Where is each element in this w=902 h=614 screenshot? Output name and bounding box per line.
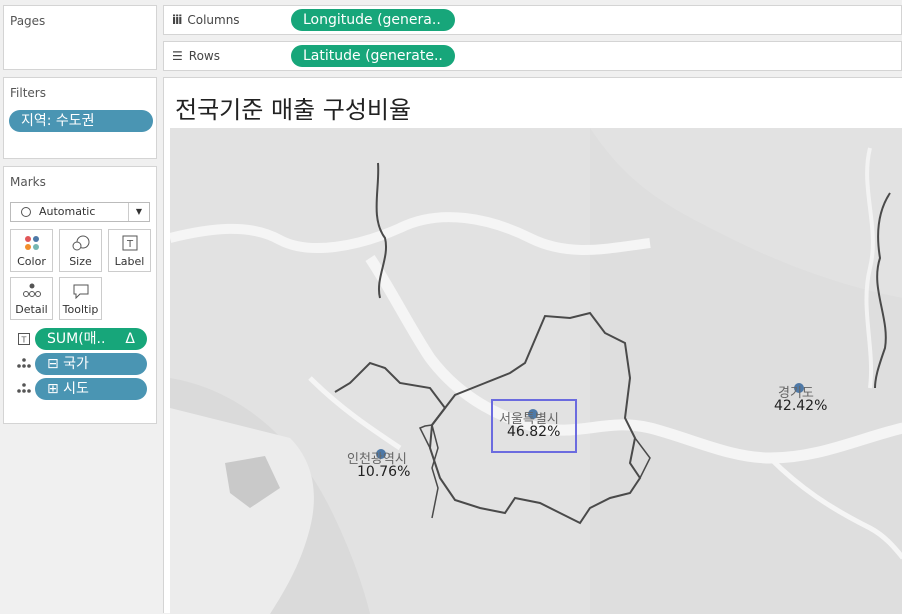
detail-icon (11, 283, 52, 297)
marks-title: Marks (10, 175, 46, 189)
map-background (170, 128, 902, 614)
map-value-seoul: 46.82% (507, 424, 561, 440)
field-pill-province[interactable]: ⊞ 시도 (35, 378, 147, 400)
viz-card: 전국기준 매출 구성비율 서울특별시 46.82% 인천광역시 10.76% 경… (163, 77, 902, 614)
pages-card[interactable]: Pages (3, 5, 157, 70)
label-label: Label (114, 255, 145, 268)
dropdown-arrow-icon: ▼ (128, 203, 149, 221)
color-icon (11, 235, 52, 251)
svg-text:T: T (125, 239, 133, 250)
filters-card[interactable]: Filters 지역: 수도권 (3, 77, 157, 159)
columns-icon: iii (172, 13, 182, 27)
map-value-gyeonggi: 42.42% (774, 398, 828, 414)
map-value-incheon: 10.76% (357, 464, 411, 480)
size-icon (60, 235, 101, 251)
marks-card[interactable]: Marks Automatic ▼ Color Size T Label Det… (3, 166, 157, 424)
tooltip-button[interactable]: Tooltip (59, 277, 102, 320)
columns-pill-longitude[interactable]: Longitude (genera.. (291, 9, 455, 31)
rows-shelf-label: ☰ Rows (172, 49, 220, 63)
filter-pill-region[interactable]: 지역: 수도권 (9, 110, 153, 132)
color-button[interactable]: Color (10, 229, 53, 272)
detail-icon (17, 383, 31, 396)
text-label-icon: T (109, 235, 150, 251)
columns-shelf-label: iii Columns (172, 13, 240, 27)
size-button[interactable]: Size (59, 229, 102, 272)
circle-icon (21, 207, 31, 217)
detail-button[interactable]: Detail (10, 277, 53, 320)
columns-shelf[interactable]: iii Columns Longitude (genera.. (163, 5, 902, 35)
viz-title: 전국기준 매출 구성비율 (175, 96, 412, 124)
tooltip-icon (60, 283, 101, 299)
pages-title: Pages (10, 14, 46, 28)
text-label-icon: T (18, 333, 30, 348)
rows-icon: ☰ (172, 49, 183, 63)
detail-icon (17, 358, 31, 371)
field-pill-sum[interactable]: SUM(매.. Δ (35, 328, 147, 350)
size-label: Size (69, 255, 92, 268)
tooltip-label: Tooltip (62, 303, 99, 316)
color-label: Color (17, 255, 46, 268)
rows-shelf[interactable]: ☰ Rows Latitude (generate.. (163, 41, 902, 71)
map-view[interactable]: 서울특별시 46.82% 인천광역시 10.76% 경기도 42.42% (170, 128, 902, 614)
field-pill-sum-label: SUM(매.. (47, 331, 106, 347)
svg-text:T: T (21, 336, 27, 345)
rows-pill-latitude[interactable]: Latitude (generate.. (291, 45, 455, 67)
delta-icon: Δ (125, 331, 135, 347)
mark-type-value: Automatic (39, 205, 96, 218)
columns-label: Columns (187, 13, 240, 27)
detail-label: Detail (15, 303, 48, 316)
filters-title: Filters (10, 86, 46, 100)
label-button[interactable]: T Label (108, 229, 151, 272)
mark-type-select[interactable]: Automatic ▼ (10, 202, 150, 222)
rows-label: Rows (188, 49, 220, 63)
field-pill-country[interactable]: ⊟ 국가 (35, 353, 147, 375)
